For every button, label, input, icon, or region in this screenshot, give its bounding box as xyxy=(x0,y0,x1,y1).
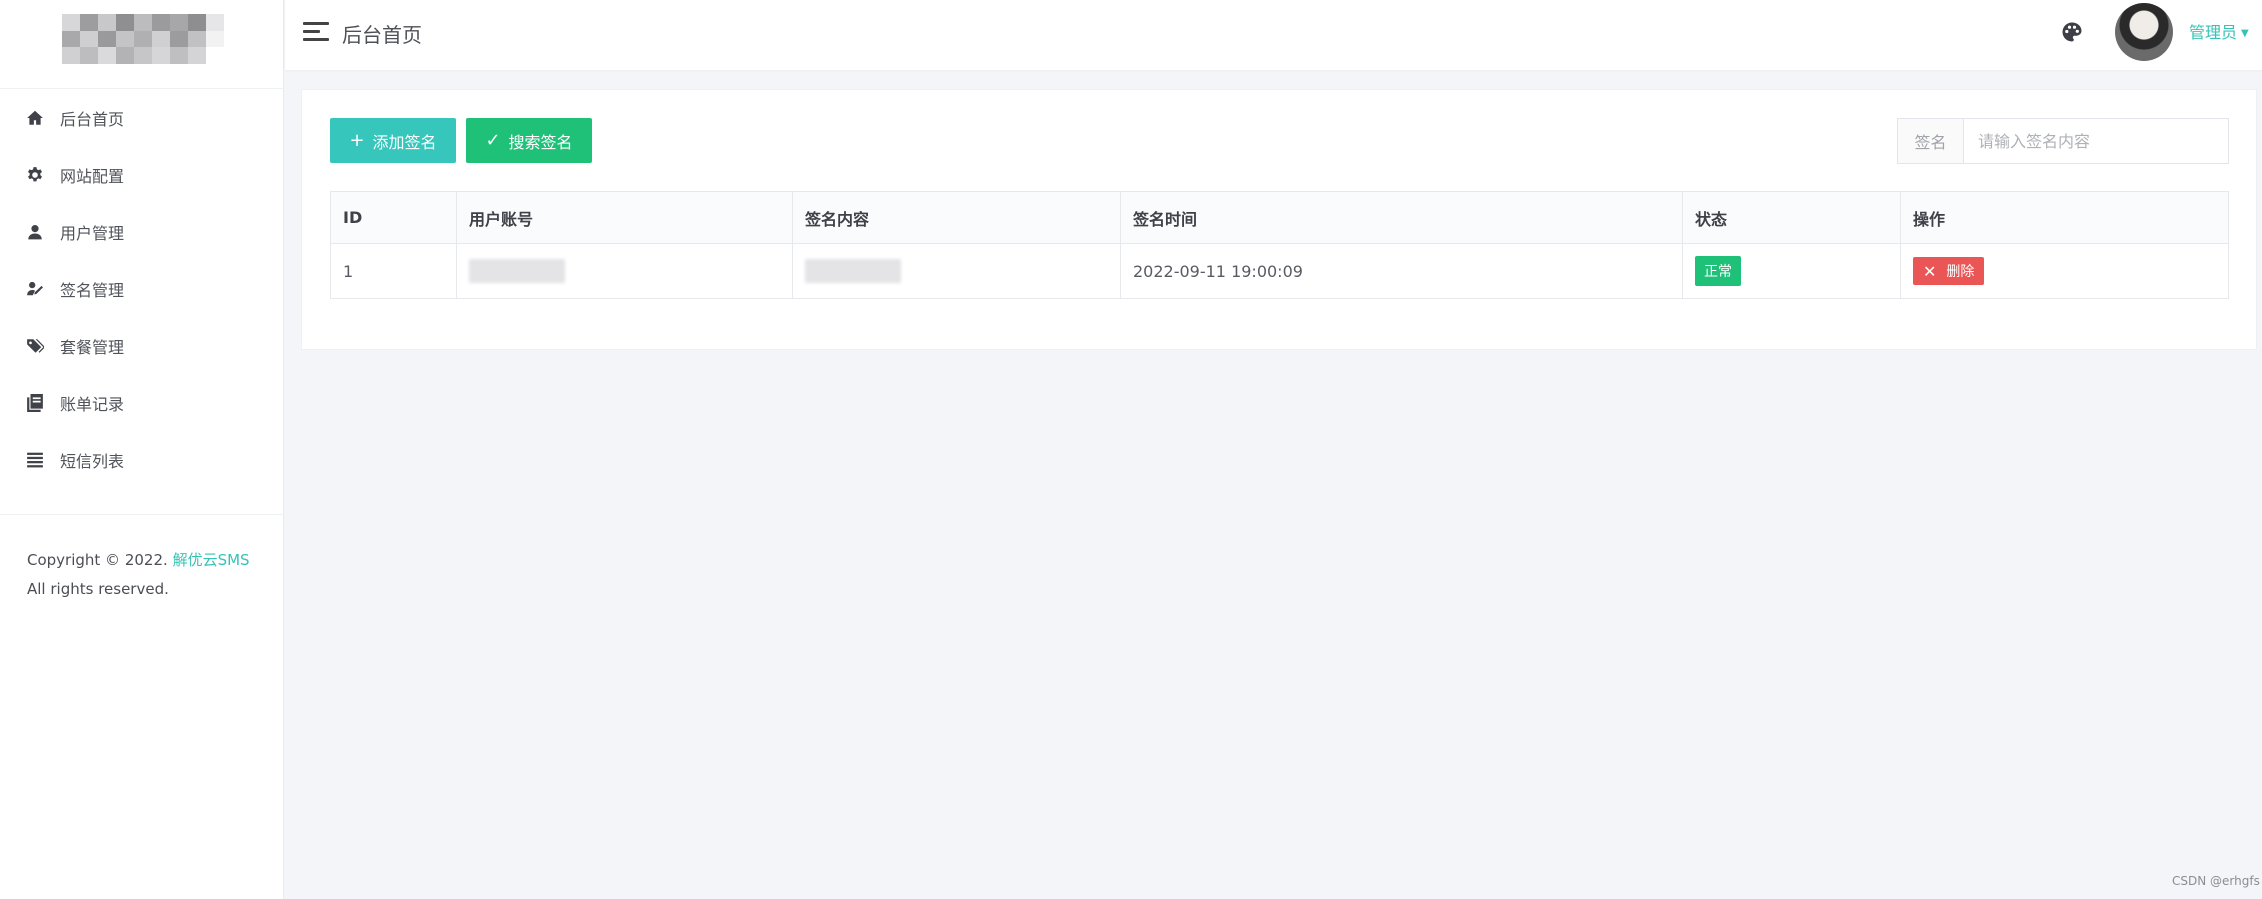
cell-action: ✕ 删除 xyxy=(1900,243,2229,299)
sidebar-menu: 后台首页 网站配置 用户管理 签名管理 套餐管理 账单记录 短信列表 xyxy=(0,89,284,488)
sidebar-item-label: 用户管理 xyxy=(60,223,125,243)
sidebar-item-label: 短信列表 xyxy=(60,451,125,471)
plus-icon: + xyxy=(349,130,365,151)
sidebar-item-users[interactable]: 用户管理 xyxy=(0,203,284,260)
sidebar-item-label: 后台首页 xyxy=(60,109,125,129)
search-signature-label: 搜索签名 xyxy=(508,132,573,152)
sidebar-item-packages[interactable]: 套餐管理 xyxy=(0,317,284,374)
site-logo[interactable] xyxy=(62,14,224,64)
sidebar-item-billing[interactable]: 账单记录 xyxy=(0,374,284,431)
top-header: 后台首页 管理员 ▼ xyxy=(285,0,2262,70)
caret-down-icon: ▼ xyxy=(2241,28,2249,39)
search-label: 签名 xyxy=(1898,119,1964,163)
cell-status: 正常 xyxy=(1682,243,1901,299)
sidebar-item-label: 套餐管理 xyxy=(60,337,125,357)
column-header-account[interactable]: 用户账号 xyxy=(456,191,793,244)
user-icon xyxy=(26,223,44,241)
list-icon xyxy=(26,451,44,469)
add-signature-label: 添加签名 xyxy=(372,132,437,152)
sidebar-item-label: 签名管理 xyxy=(60,280,125,300)
sidebar: 后台首页 网站配置 用户管理 签名管理 套餐管理 账单记录 短信列表 Copyr… xyxy=(0,0,284,899)
copyright: Copyright © 2022. 解优云SMS All rights rese… xyxy=(27,546,250,604)
book-icon xyxy=(26,393,44,412)
table-row: 1 2022-09-11 19:00:09 正常 ✕ 删除 xyxy=(330,243,2229,299)
user-name: 管理员 xyxy=(2189,23,2238,42)
sidebar-item-dashboard[interactable]: 后台首页 xyxy=(0,89,284,146)
column-header-status[interactable]: 状态 xyxy=(1682,191,1901,244)
sidebar-item-sms-list[interactable]: 短信列表 xyxy=(0,431,284,488)
page-title: 后台首页 xyxy=(342,23,422,47)
redacted-account xyxy=(469,259,565,283)
table-header-row: ID 用户账号 签名内容 签名时间 状态 操作 xyxy=(330,191,2229,244)
tags-icon xyxy=(26,337,44,355)
sidebar-item-label: 账单记录 xyxy=(60,394,125,414)
search-signature-button[interactable]: ✓ 搜索签名 xyxy=(466,118,592,163)
brand-link[interactable]: 解优云SMS xyxy=(173,551,250,569)
status-badge: 正常 xyxy=(1695,256,1741,286)
cell-time: 2022-09-11 19:00:09 xyxy=(1120,243,1683,299)
column-header-action[interactable]: 操作 xyxy=(1900,191,2229,244)
sidebar-item-site-config[interactable]: 网站配置 xyxy=(0,146,284,203)
hamburger-menu-icon[interactable] xyxy=(303,21,329,43)
column-header-id[interactable]: ID xyxy=(330,191,457,244)
sidebar-divider xyxy=(0,514,284,515)
cell-content xyxy=(792,243,1121,299)
add-signature-button[interactable]: + 添加签名 xyxy=(330,118,456,163)
palette-icon[interactable] xyxy=(2060,20,2084,44)
home-icon xyxy=(26,109,44,127)
delete-label: 删除 xyxy=(1946,264,1975,280)
sidebar-item-label: 网站配置 xyxy=(60,166,125,186)
gear-icon xyxy=(26,166,44,184)
cell-id: 1 xyxy=(330,243,457,299)
signature-panel: + 添加签名 ✓ 搜索签名 签名 ID 用户账号 签名内容 签名时间 状态 操作… xyxy=(301,89,2257,350)
close-icon: ✕ xyxy=(1923,261,1937,281)
sidebar-item-signatures[interactable]: 签名管理 xyxy=(0,260,284,317)
delete-button[interactable]: ✕ 删除 xyxy=(1913,257,1985,285)
signature-table: ID 用户账号 签名内容 签名时间 状态 操作 1 2022-09-11 19:… xyxy=(330,191,2229,299)
avatar[interactable] xyxy=(2115,3,2173,61)
copyright-suffix: All rights reserved. xyxy=(27,580,169,598)
cell-account xyxy=(456,243,793,299)
signature-icon xyxy=(26,280,44,298)
column-header-content[interactable]: 签名内容 xyxy=(792,191,1121,244)
signature-search-group: 签名 xyxy=(1897,118,2229,164)
copyright-prefix: Copyright © 2022. xyxy=(27,551,168,569)
watermark: CSDN @erhgfs xyxy=(2172,874,2260,888)
user-menu[interactable]: 管理员 ▼ xyxy=(2189,19,2249,43)
column-header-time[interactable]: 签名时间 xyxy=(1120,191,1683,244)
check-icon: ✓ xyxy=(485,130,501,151)
signature-search-input[interactable] xyxy=(1964,119,2228,163)
redacted-content xyxy=(805,259,901,283)
